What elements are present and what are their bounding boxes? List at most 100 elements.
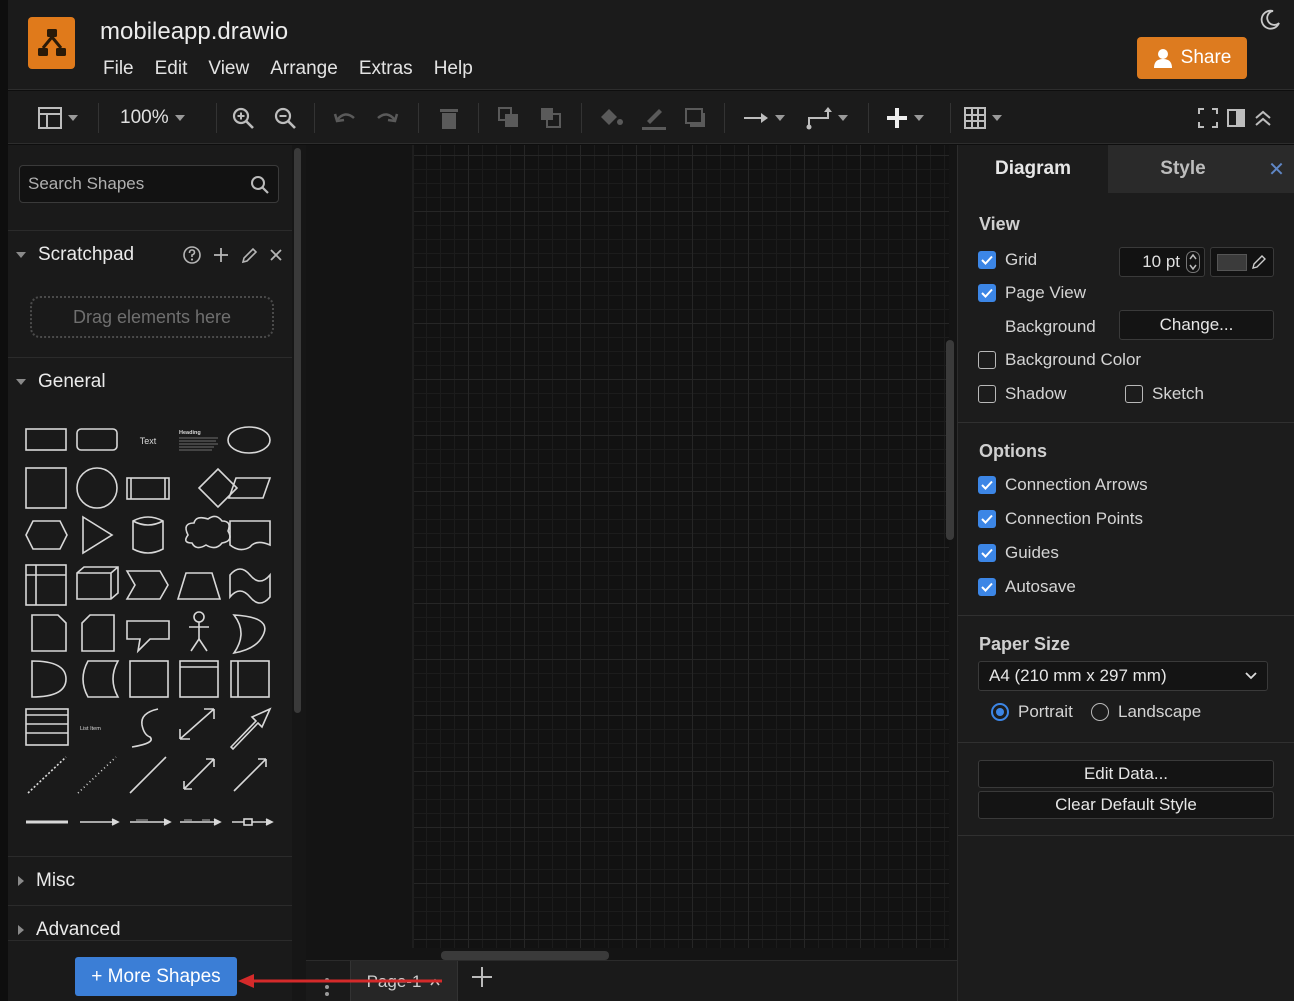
zoom-level: 100%	[120, 107, 169, 128]
line-color-button[interactable]	[641, 105, 667, 131]
grid-color-picker[interactable]	[1210, 247, 1274, 277]
sketch-checkbox[interactable]	[1125, 385, 1143, 403]
guides-option[interactable]: Guides	[978, 542, 1059, 564]
misc-header[interactable]: Misc	[8, 856, 292, 904]
page-view-option[interactable]: Page View	[978, 282, 1086, 304]
eyedropper-icon[interactable]	[1251, 254, 1267, 270]
menu-extras[interactable]: Extras	[359, 58, 413, 80]
grid-checkbox[interactable]	[978, 251, 996, 269]
background-color-checkbox[interactable]	[978, 351, 996, 369]
redo-button[interactable]	[375, 105, 399, 131]
stepper-arrows-icon[interactable]	[1186, 251, 1200, 273]
redo-icon	[377, 113, 399, 123]
diagram-canvas[interactable]	[306, 145, 957, 960]
table-button[interactable]	[964, 105, 1002, 131]
zoom-out-button[interactable]	[273, 105, 297, 131]
zoom-in-button[interactable]	[231, 105, 255, 131]
shadow-option[interactable]: Shadow	[978, 383, 1066, 405]
general-header[interactable]: General	[8, 357, 292, 405]
search-shapes-input[interactable]	[28, 174, 248, 194]
close-panel-icon[interactable]: ✕	[1258, 145, 1294, 193]
divider	[958, 835, 1294, 836]
shape-internal-storage	[25, 564, 67, 606]
autosave-label: Autosave	[1005, 577, 1076, 596]
shape-delay	[31, 660, 67, 698]
add-icon[interactable]	[212, 245, 230, 265]
landscape-option[interactable]: Landscape	[1091, 701, 1201, 723]
clear-default-style-button[interactable]: Clear Default Style	[978, 791, 1274, 819]
paper-size-select[interactable]: A4 (210 mm x 297 mm)	[978, 661, 1268, 691]
portrait-radio[interactable]	[991, 703, 1009, 721]
autosave-option[interactable]: Autosave	[978, 576, 1076, 598]
sidebar-scrollbar[interactable]	[294, 148, 301, 713]
scratchpad-header[interactable]: Scratchpad	[8, 230, 292, 278]
delete-button[interactable]	[439, 105, 459, 131]
scratchpad-dropzone[interactable]: Drag elements here	[30, 296, 274, 338]
close-icon[interactable]	[268, 245, 284, 265]
connection-style-button[interactable]	[743, 105, 785, 131]
more-shapes-button[interactable]: + More Shapes	[75, 957, 237, 996]
fullscreen-icon	[1198, 108, 1218, 128]
search-icon[interactable]	[250, 175, 270, 195]
waypoints-button[interactable]	[806, 105, 848, 131]
menu-file[interactable]: File	[103, 58, 134, 80]
misc-title: Misc	[36, 869, 76, 891]
menu-help[interactable]: Help	[434, 58, 473, 80]
menu-edit[interactable]: Edit	[155, 58, 188, 80]
connection-arrows-checkbox[interactable]	[978, 476, 996, 494]
document-title[interactable]: mobileapp.drawio	[100, 18, 288, 46]
toggle-panel-button[interactable]	[1227, 105, 1245, 131]
change-background-button[interactable]: Change...	[1119, 310, 1274, 340]
grid-color-swatch[interactable]	[1217, 254, 1247, 271]
edit-data-button[interactable]: Edit Data...	[978, 760, 1274, 788]
share-button[interactable]: Share	[1137, 37, 1247, 79]
shape-text: Text	[140, 436, 157, 446]
connection-arrows-label: Connection Arrows	[1005, 475, 1148, 494]
connection-icon	[744, 113, 768, 123]
sketch-label: Sketch	[1152, 384, 1204, 403]
shape-curve	[131, 708, 159, 748]
collapse-toolbar-button[interactable]	[1254, 105, 1272, 131]
tab-diagram[interactable]: Diagram	[958, 145, 1108, 193]
page-view-checkbox[interactable]	[978, 284, 996, 302]
page-grid[interactable]	[412, 145, 949, 948]
undo-button[interactable]	[333, 105, 357, 131]
connection-points-option[interactable]: Connection Points	[978, 508, 1143, 530]
shape-dotted-line	[77, 756, 117, 794]
dark-mode-icon[interactable]	[1258, 8, 1282, 32]
tab-style[interactable]: Style	[1108, 145, 1258, 193]
to-back-button[interactable]	[539, 105, 563, 131]
connection-arrows-option[interactable]: Connection Arrows	[978, 474, 1148, 496]
shadow-checkbox[interactable]	[978, 385, 996, 403]
help-icon[interactable]	[182, 245, 202, 265]
grid-size-stepper[interactable]: 10 pt	[1119, 247, 1205, 277]
sketch-option[interactable]: Sketch	[1125, 383, 1204, 405]
insert-icon	[887, 108, 907, 128]
landscape-radio[interactable]	[1091, 703, 1109, 721]
edit-icon[interactable]	[240, 245, 258, 265]
shadow-button[interactable]	[684, 105, 708, 131]
background-color-label: Background Color	[1005, 350, 1142, 369]
zoom-dropdown[interactable]: 100%	[120, 105, 185, 131]
menu-view[interactable]: View	[208, 58, 249, 80]
paper-size-value: A4 (210 mm x 297 mm)	[989, 666, 1167, 685]
fullscreen-button[interactable]	[1198, 105, 1218, 131]
shape-or	[232, 614, 266, 655]
format-panel-button[interactable]	[38, 105, 78, 131]
canvas-vertical-scrollbar[interactable]	[946, 340, 954, 540]
canvas-horizontal-scrollbar[interactable]	[441, 951, 609, 960]
search-box	[19, 165, 279, 203]
background-color-option[interactable]: Background Color	[978, 349, 1141, 371]
grid-option[interactable]: Grid	[978, 249, 1037, 271]
menu-arrange[interactable]: Arrange	[270, 58, 338, 80]
portrait-option[interactable]: Portrait	[991, 701, 1073, 723]
fill-color-button[interactable]	[598, 105, 624, 131]
zoom-out-icon	[274, 107, 296, 129]
connection-points-checkbox[interactable]	[978, 510, 996, 528]
to-front-button[interactable]	[497, 105, 521, 131]
add-page-icon[interactable]	[470, 965, 494, 989]
autosave-checkbox[interactable]	[978, 578, 996, 596]
collapse-triangle-icon	[16, 378, 26, 385]
guides-checkbox[interactable]	[978, 544, 996, 562]
insert-button[interactable]	[886, 105, 924, 131]
